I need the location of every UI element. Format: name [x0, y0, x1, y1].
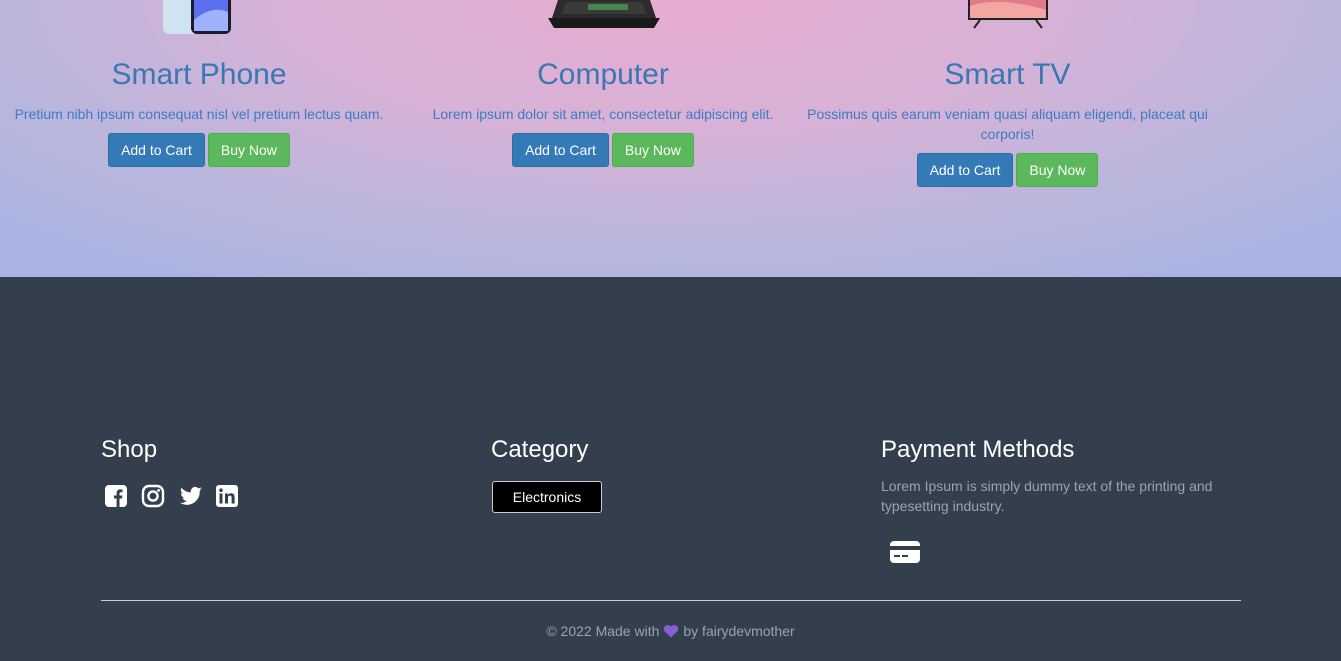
payment-description: Lorem Ipsum is simply dummy text of the …: [881, 478, 1213, 514]
heart-icon: [663, 624, 679, 641]
add-to-cart-button[interactable]: Add to Cart: [108, 133, 205, 167]
social-links: [104, 484, 239, 508]
facebook-icon[interactable]: [104, 484, 128, 508]
product-title: Computer: [537, 58, 669, 91]
twitter-icon[interactable]: [178, 484, 202, 508]
footer-divider: [101, 600, 1241, 601]
product-description: Lorem ipsum dolor sit amet, consectetur …: [432, 106, 774, 122]
copyright: © 2022 Made with by fairydevmother: [0, 623, 1341, 641]
product-title: Smart Phone: [111, 58, 287, 91]
product-title: Smart TV: [944, 58, 1071, 91]
products-section: Smart Phone Pretium nibh ipsum consequat…: [0, 0, 1341, 277]
linkedin-icon[interactable]: [215, 484, 239, 508]
product-card-smart-tv: Smart TV Possimus quis earum veniam quas…: [806, 0, 1209, 200]
shop-heading: Shop: [101, 436, 158, 463]
product-card-smart-phone: Smart Phone Pretium nibh ipsum consequat…: [0, 0, 398, 200]
buy-now-button[interactable]: Buy Now: [611, 133, 694, 167]
buy-now-button[interactable]: Buy Now: [207, 133, 290, 167]
buy-now-button[interactable]: Buy Now: [1016, 153, 1099, 187]
copyright-suffix: by fairydevmother: [683, 623, 795, 639]
footer: Shop Category Electronics Payment Method…: [0, 277, 1341, 661]
product-description: Pretium nibh ipsum consequat nisl vel pr…: [14, 106, 384, 122]
credit-card-icon: [890, 541, 920, 563]
add-to-cart-button[interactable]: Add to Cart: [512, 133, 609, 167]
product-card-computer: Computer Lorem ipsum dolor sit amet, con…: [403, 0, 803, 200]
electronics-category-button[interactable]: Electronics: [492, 481, 602, 513]
tv-image: [958, 0, 1058, 32]
laptop-image: [538, 0, 668, 32]
copyright-prefix: © 2022 Made with: [546, 623, 660, 639]
category-heading: Category: [491, 436, 589, 463]
payment-methods-heading: Payment Methods: [881, 436, 1075, 463]
instagram-icon[interactable]: [141, 484, 165, 508]
product-description: Possimus quis earum veniam quasi aliquam…: [807, 106, 1208, 142]
add-to-cart-button[interactable]: Add to Cart: [916, 153, 1014, 187]
smartphone-image: [159, 0, 239, 36]
